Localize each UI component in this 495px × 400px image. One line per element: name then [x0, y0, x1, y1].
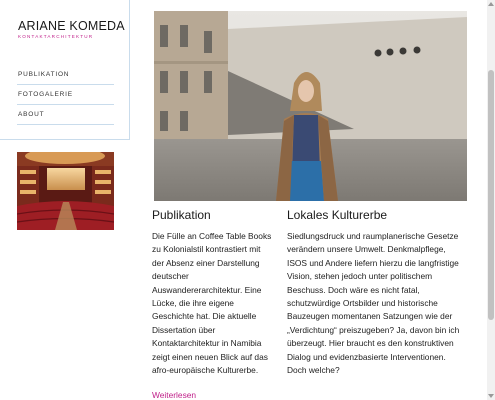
scroll-thumb[interactable] [488, 70, 494, 320]
kulturerbe-text: Siedlungsdruck und raumplanerische Geset… [287, 231, 460, 376]
kulturerbe-heading: Lokales Kulturerbe [287, 208, 388, 222]
vertical-scrollbar[interactable] [487, 0, 495, 400]
logo-title: ARIANE KOMEDA [18, 19, 125, 33]
scroll-up-arrow-icon[interactable] [488, 2, 494, 6]
publikation-text: Die Fülle an Coffee Table Books zu Kolon… [152, 231, 272, 376]
publikation-heading: Publikation [152, 208, 211, 222]
site-logo[interactable]: ARIANE KOMEDA KONTAKTARCHITEKTUR [18, 19, 128, 39]
read-more-link[interactable]: Weiterlesen [152, 390, 196, 400]
nav-item-about[interactable]: ABOUT [17, 105, 114, 125]
main-nav: PUBLIKATION FOTOGALERIE ABOUT [17, 65, 114, 125]
hero-photo [154, 11, 467, 201]
theater-photo [17, 152, 114, 230]
sidebar-panel: ARIANE KOMEDA KONTAKTARCHITEKTUR PUBLIKA… [0, 0, 130, 140]
publikation-section: Publikation Die Fülle an Coffee Table Bo… [152, 208, 273, 400]
nav-item-fotogalerie[interactable]: FOTOGALERIE [17, 85, 114, 105]
sidebar: ARIANE KOMEDA KONTAKTARCHITEKTUR PUBLIKA… [0, 0, 130, 400]
scroll-down-arrow-icon[interactable] [488, 394, 494, 398]
nav-item-publikation[interactable]: PUBLIKATION [17, 65, 114, 85]
logo-subtitle: KONTAKTARCHITEKTUR [18, 34, 94, 39]
theater-thumbnail[interactable] [17, 152, 114, 230]
kulturerbe-section: Lokales Kulturerbe Siedlungsdruck und ra… [287, 208, 467, 377]
hero-image [154, 11, 467, 201]
